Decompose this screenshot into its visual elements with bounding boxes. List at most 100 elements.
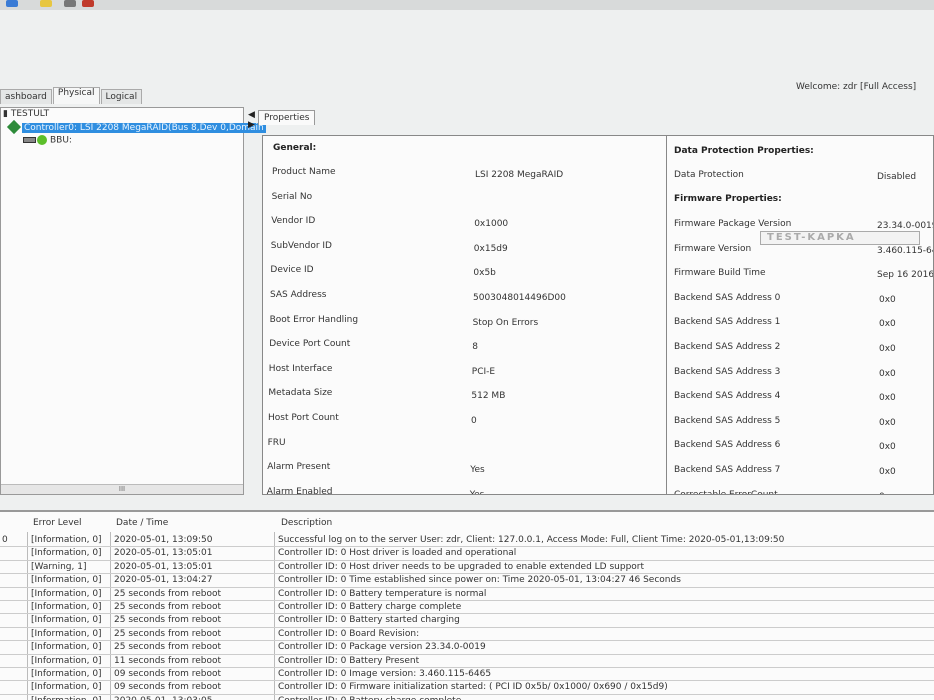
header-error-level[interactable]: Error Level xyxy=(33,518,82,528)
table-row: [Information, 0] 09 seconds from reboot Co… xyxy=(0,668,934,682)
table-row: [Information, 0] 25 seconds from reboot Co… xyxy=(0,588,934,601)
table-row: [Information, 0] 09 seconds from reboot Co… xyxy=(0,681,934,695)
property-value: 0x0 xyxy=(879,417,896,428)
scroll-thumb[interactable]: III xyxy=(119,485,125,493)
data_protection-heading: Data Protection Properties: xyxy=(674,146,814,156)
tab-dashboard[interactable]: ashboard xyxy=(0,89,52,104)
property-row: Backend SAS Address 6 0x0 xyxy=(674,440,896,452)
property-value: Yes xyxy=(469,489,485,495)
firmware-column: Data Protection Properties: Data Protecti… xyxy=(667,136,933,495)
property-row: Firmware Build Time Sep 16 2016 xyxy=(674,268,933,280)
property-label: Boot Error Handling xyxy=(269,314,359,325)
property-value: 512 MB xyxy=(471,391,506,402)
property-value: 0x1000 xyxy=(474,219,509,230)
general-column: General: Product Name LSI 2208 MegaRAID Ser… xyxy=(263,136,667,494)
property-row: Vendor ID 0x1000 xyxy=(271,216,508,229)
property-label: Alarm Present xyxy=(267,462,331,473)
error-level: [Information, 0] xyxy=(31,669,102,679)
toolbar-icon[interactable] xyxy=(82,0,94,7)
watermark: TEST-KAPKA xyxy=(760,231,920,245)
property-label: Data Protection xyxy=(674,170,744,180)
property-row: Firmware Version 3.460.115-6465 xyxy=(674,244,933,256)
property-value: 0 xyxy=(471,416,477,426)
tab-properties[interactable]: Properties xyxy=(258,110,316,125)
property-label: Firmware Build Time xyxy=(674,268,766,279)
tree-controller[interactable]: Controller0: LSI 2208 MegaRAID(Bus 8,Dev… xyxy=(6,119,266,135)
header-date-time[interactable]: Date / Time xyxy=(116,518,168,528)
tree-bbu[interactable]: BBU: xyxy=(23,135,72,146)
error-level: [Information, 0] xyxy=(31,548,102,559)
property-row: Device ID 0x5b xyxy=(270,265,496,278)
property-label: Correctable ErrorCount xyxy=(674,489,778,495)
toolbar-icon[interactable] xyxy=(40,0,52,7)
property-row: Host Interface PCI-E xyxy=(269,364,495,377)
date-time: 25 seconds from reboot xyxy=(114,588,222,599)
error-level: [Information, 0] xyxy=(31,682,102,693)
date-time: 11 seconds from reboot xyxy=(114,655,222,666)
controller-icon xyxy=(6,119,22,135)
battery-icon xyxy=(23,137,36,143)
property-label: Backend SAS Address 3 xyxy=(674,366,781,377)
tree-root[interactable]: ▮ TESTULT xyxy=(3,109,49,119)
expand-right-icon[interactable]: ▶ xyxy=(248,120,255,130)
property-value: 0x0 xyxy=(879,319,896,330)
toolbar-icon[interactable] xyxy=(6,0,18,7)
property-value: 0x0 xyxy=(879,442,896,453)
collapse-left-icon[interactable]: ◀ xyxy=(248,110,255,120)
table-row: [Information, 0] 25 seconds from reboot Co… xyxy=(0,614,934,628)
property-value: 0x0 xyxy=(879,344,896,354)
table-row: [Information, 0] 25 seconds from reboot Co… xyxy=(0,641,934,655)
property-value: 0x0 xyxy=(879,294,896,305)
property-value: 0x0 xyxy=(879,393,896,404)
date-time: 2020-05-01, 13:05:01 xyxy=(114,548,213,559)
property-value: Sep 16 2016 xyxy=(877,270,934,281)
description: Controller ID: 0 Battery started chargin… xyxy=(278,615,460,626)
error-level: [Warning, 1] xyxy=(31,561,87,572)
property-value: 3.460.115-6465 xyxy=(877,245,933,256)
property-row: Backend SAS Address 2 0x0 xyxy=(674,342,896,354)
split-arrows[interactable]: ◀ ▶ xyxy=(248,110,255,130)
error-level: [Information, 0] xyxy=(31,628,102,639)
property-value: PCI-E xyxy=(471,366,496,377)
property-row: Backend SAS Address 7 0x0 xyxy=(674,465,896,477)
date-time: 09 seconds from reboot xyxy=(114,682,222,693)
toolbar-icon[interactable] xyxy=(64,0,76,7)
error-level: [Information, 0] xyxy=(31,575,102,586)
property-value: Disabled xyxy=(877,172,917,182)
table-row: [Information, 0] 25 seconds from reboot Co… xyxy=(0,628,934,642)
property-label: Vendor ID xyxy=(271,216,316,227)
tree-bbu-label: BBU: xyxy=(50,135,72,146)
property-value: Yes xyxy=(470,465,485,476)
property-label: Backend SAS Address 6 xyxy=(674,440,781,451)
property-row: Alarm Present Yes xyxy=(267,462,485,475)
property-label: Device ID xyxy=(270,265,314,276)
property-row: Metadata Size 512 MB xyxy=(268,388,505,401)
header-description[interactable]: Description xyxy=(281,518,332,528)
toolbar xyxy=(0,0,934,10)
tab-physical[interactable]: Physical xyxy=(52,87,100,104)
property-label: Host Port Count xyxy=(268,413,339,423)
description: Controller ID: 0 Firmware initialization… xyxy=(278,682,668,693)
property-label: Serial No xyxy=(271,191,313,202)
date-time: 2020-05-01, 13:05:01 xyxy=(114,561,213,572)
error-level: [Information, 0] xyxy=(31,535,102,545)
property-row: Host Port Count 0 xyxy=(268,413,477,426)
property-row: SAS Address 5003048014496D00 xyxy=(270,290,566,303)
server-icon: ▮ xyxy=(3,109,11,119)
property-label: Alarm Enabled xyxy=(266,486,333,495)
horizontal-scrollbar[interactable]: III xyxy=(1,484,243,494)
description: Controller ID: 0 Board Revision: xyxy=(278,628,420,639)
property-row: Backend SAS Address 1 0x0 xyxy=(674,317,896,329)
properties-panel: General: Product Name LSI 2208 MegaRAID Ser… xyxy=(262,135,934,495)
property-row: Backend SAS Address 0 0x0 xyxy=(674,293,896,305)
event-log-table: Error Level Date / Time Description 0 [In… xyxy=(0,510,934,700)
description: Controller ID: 0 Battery Present xyxy=(278,655,420,666)
description: Controller ID: 0 Host driver needs to be… xyxy=(278,561,645,572)
property-label: Backend SAS Address 7 xyxy=(674,465,781,475)
property-label: Device Port Count xyxy=(269,339,351,350)
property-value: 5003048014496D00 xyxy=(473,293,566,303)
tab-logical[interactable]: Logical xyxy=(100,89,143,104)
table-row: [Information, 0] 2020-05-01, 13:05:01 Cont… xyxy=(0,547,934,561)
table-row: [Information, 0] 11 seconds from reboot Co… xyxy=(0,655,934,668)
firmware-heading: Firmware Properties: xyxy=(674,194,782,204)
